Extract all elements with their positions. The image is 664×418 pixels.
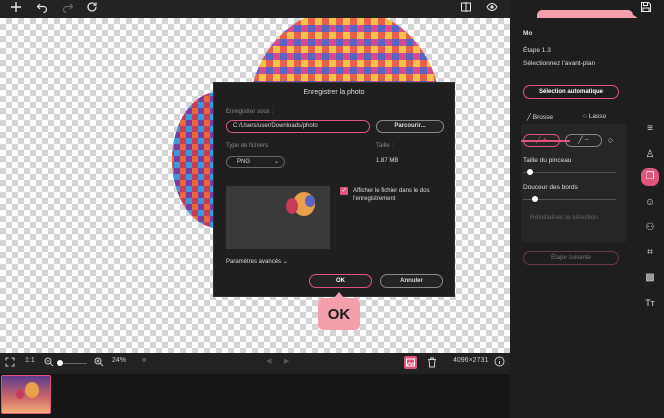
- trash-icon-disabled: ■: [142, 357, 147, 364]
- instruction-text: Sélectionnez l'avant-plan: [523, 60, 596, 67]
- save-dialog: Enregistrer la photo Enregistrer sous : …: [213, 82, 455, 297]
- save-as-label: Enregistrer sous :: [226, 109, 274, 115]
- show-file-label-line1: Afficher le fichier dans le dos: [353, 188, 430, 194]
- advanced-settings-toggle[interactable]: Paramètres avancés ⌄: [226, 258, 288, 265]
- reset-selection-button[interactable]: Réinitialiser la sélection: [530, 214, 598, 221]
- top-toolbar: [0, 0, 510, 18]
- cutout-icon[interactable]: ❐: [641, 168, 659, 186]
- browse-button[interactable]: Parcourir...: [376, 120, 444, 133]
- show-file-label-line2: l'enregistrement: [353, 196, 396, 202]
- advanced-settings-label: Paramètres avancés: [226, 259, 282, 265]
- tool-iconbar: ≡ ♙ ❐ ☺ ⚇ ⌗ ▩ Tᴛ: [634, 18, 664, 418]
- tab-brush-label: Brosse: [532, 114, 553, 121]
- next-step-button[interactable]: Étape suivante: [523, 251, 619, 265]
- show-file-checkbox[interactable]: ✓: [340, 187, 348, 195]
- app-window: Enregistrer la photo Enregistrer sous : …: [0, 0, 664, 418]
- step-label: Étape 1.3: [523, 47, 551, 54]
- tab-brush[interactable]: ╱ Brosse: [527, 113, 553, 121]
- eye-icon[interactable]: [484, 1, 500, 17]
- refresh-icon[interactable]: [84, 1, 100, 17]
- redo-icon[interactable]: [60, 1, 76, 17]
- zoom-slider-knob[interactable]: [57, 360, 63, 366]
- tab-lasso[interactable]: ○ Lasso: [583, 113, 606, 120]
- brush-subtract-button[interactable]: ╱ −: [565, 134, 602, 147]
- plus-icon[interactable]: [8, 1, 24, 17]
- bottom-toolbar: 1:1 24% ■ ◀ ▶ 4096×2731: [0, 353, 510, 374]
- tab-lasso-label: Lasso: [588, 113, 607, 120]
- fit-screen-icon[interactable]: [5, 357, 15, 369]
- cancel-button[interactable]: Annuler: [380, 274, 443, 288]
- sliders-icon[interactable]: ≡: [643, 122, 657, 136]
- preview-thumbnail: [226, 186, 330, 249]
- floppy-disk-icon[interactable]: [638, 1, 654, 17]
- prev-arrow-icon[interactable]: ◀: [266, 357, 271, 365]
- ok-button[interactable]: OK: [309, 274, 372, 288]
- brush-add-button[interactable]: ╱ +: [523, 134, 560, 147]
- zoom-level: 24%: [112, 357, 127, 364]
- next-arrow-icon[interactable]: ▶: [284, 357, 289, 365]
- text-icon[interactable]: Tᴛ: [643, 296, 657, 310]
- size-label: Taille :: [376, 143, 394, 149]
- stamp-icon[interactable]: ♙: [643, 148, 657, 162]
- color-circles-icon[interactable]: ⚇: [643, 221, 657, 235]
- eraser-icon[interactable]: ◇: [608, 136, 613, 144]
- compare-icon[interactable]: [458, 1, 474, 17]
- brush-size-label: Taille du pinceau: [523, 157, 572, 164]
- zoom-in-icon[interactable]: [94, 357, 104, 369]
- chevron-down-icon: ⌄: [273, 159, 279, 165]
- size-value: 1.87 MB: [376, 158, 399, 164]
- edge-softness-knob[interactable]: [532, 196, 538, 202]
- filetype-select[interactable]: PNG ⌄: [226, 156, 285, 168]
- brush-size-slider[interactable]: [523, 172, 616, 173]
- image-thumbnail[interactable]: [1, 375, 51, 414]
- filmstrip: [0, 374, 510, 418]
- chevron-down-icon: ⌄: [282, 259, 288, 265]
- trash-icon[interactable]: [427, 357, 437, 370]
- crop-icon[interactable]: ⌗: [643, 246, 657, 260]
- ratio-button[interactable]: 1:1: [25, 357, 35, 364]
- show-file-label: Afficher le fichier dans le dos l'enregi…: [353, 187, 456, 203]
- edge-softness-label: Douceur des bords: [523, 184, 578, 191]
- filetype-label: Type de fichiers: [226, 143, 269, 149]
- auto-select-button[interactable]: Sélection automatique: [523, 85, 619, 99]
- ok-callout: OK: [318, 292, 360, 330]
- right-panel: Mo Étape 1.3 Sélectionnez l'avant-plan S…: [510, 18, 634, 418]
- undo-icon[interactable]: [34, 1, 50, 17]
- info-icon[interactable]: [494, 356, 505, 369]
- dialog-title: Enregistrer la photo: [303, 89, 365, 96]
- filetype-value: PNG: [237, 159, 251, 165]
- brush-size-knob[interactable]: [527, 169, 533, 175]
- zoom-slider[interactable]: [57, 360, 87, 366]
- mode-title: Mo: [523, 30, 533, 37]
- path-input[interactable]: C:/Users/user/Downloads/photo: [226, 120, 370, 133]
- image-dimensions: 4096×2731: [453, 357, 489, 364]
- transparency-icon[interactable]: ▩: [643, 271, 657, 285]
- image-icon[interactable]: [404, 356, 417, 369]
- zoom-out-icon[interactable]: [44, 357, 54, 369]
- face-icon[interactable]: ☺: [643, 196, 657, 210]
